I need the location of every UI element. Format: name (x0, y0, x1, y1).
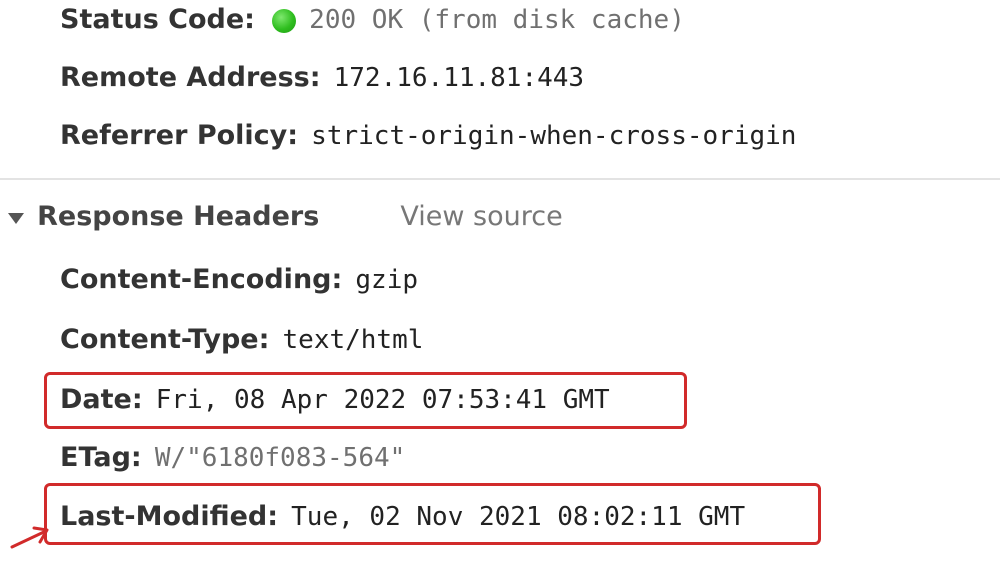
header-key: ETag: (60, 442, 142, 473)
remote-address-key: Remote Address: (60, 62, 321, 93)
header-value: text/html (282, 325, 424, 355)
referrer-policy-value: strict-origin-when-cross-origin (311, 121, 797, 151)
status-code-row: Status Code: 200 OK (from disk cache) (60, 0, 685, 40)
header-value: W/"6180f083-564" (154, 443, 406, 473)
remote-address-value: 172.16.11.81:443 (333, 63, 585, 93)
header-key: Content-Encoding: (60, 264, 343, 295)
last-modified-highlight-box (44, 483, 821, 545)
response-headers-section-header[interactable]: Response Headers View source (8, 196, 563, 238)
remote-address-row: Remote Address: 172.16.11.81:443 (60, 58, 584, 98)
annotation-arrow-icon (10, 526, 49, 549)
response-headers-title[interactable]: Response Headers (37, 201, 319, 232)
view-source-link[interactable]: View source (400, 201, 562, 232)
section-divider (0, 178, 1000, 180)
header-key: Content-Type: (60, 324, 270, 355)
expand-triangle-icon[interactable] (8, 213, 24, 224)
referrer-policy-row: Referrer Policy: strict-origin-when-cros… (60, 116, 796, 156)
date-highlight-box (44, 372, 687, 429)
referrer-policy-key: Referrer Policy: (60, 120, 299, 151)
status-code-value: 200 OK (from disk cache) (309, 5, 685, 35)
header-value: gzip (355, 265, 419, 295)
status-ok-icon (272, 8, 297, 33)
status-code-key: Status Code: (60, 4, 255, 35)
header-row-content-encoding: Content-Encoding: gzip (60, 260, 418, 300)
header-row-etag: ETag: W/"6180f083-564" (60, 438, 405, 478)
header-row-content-type: Content-Type: text/html (60, 320, 423, 360)
